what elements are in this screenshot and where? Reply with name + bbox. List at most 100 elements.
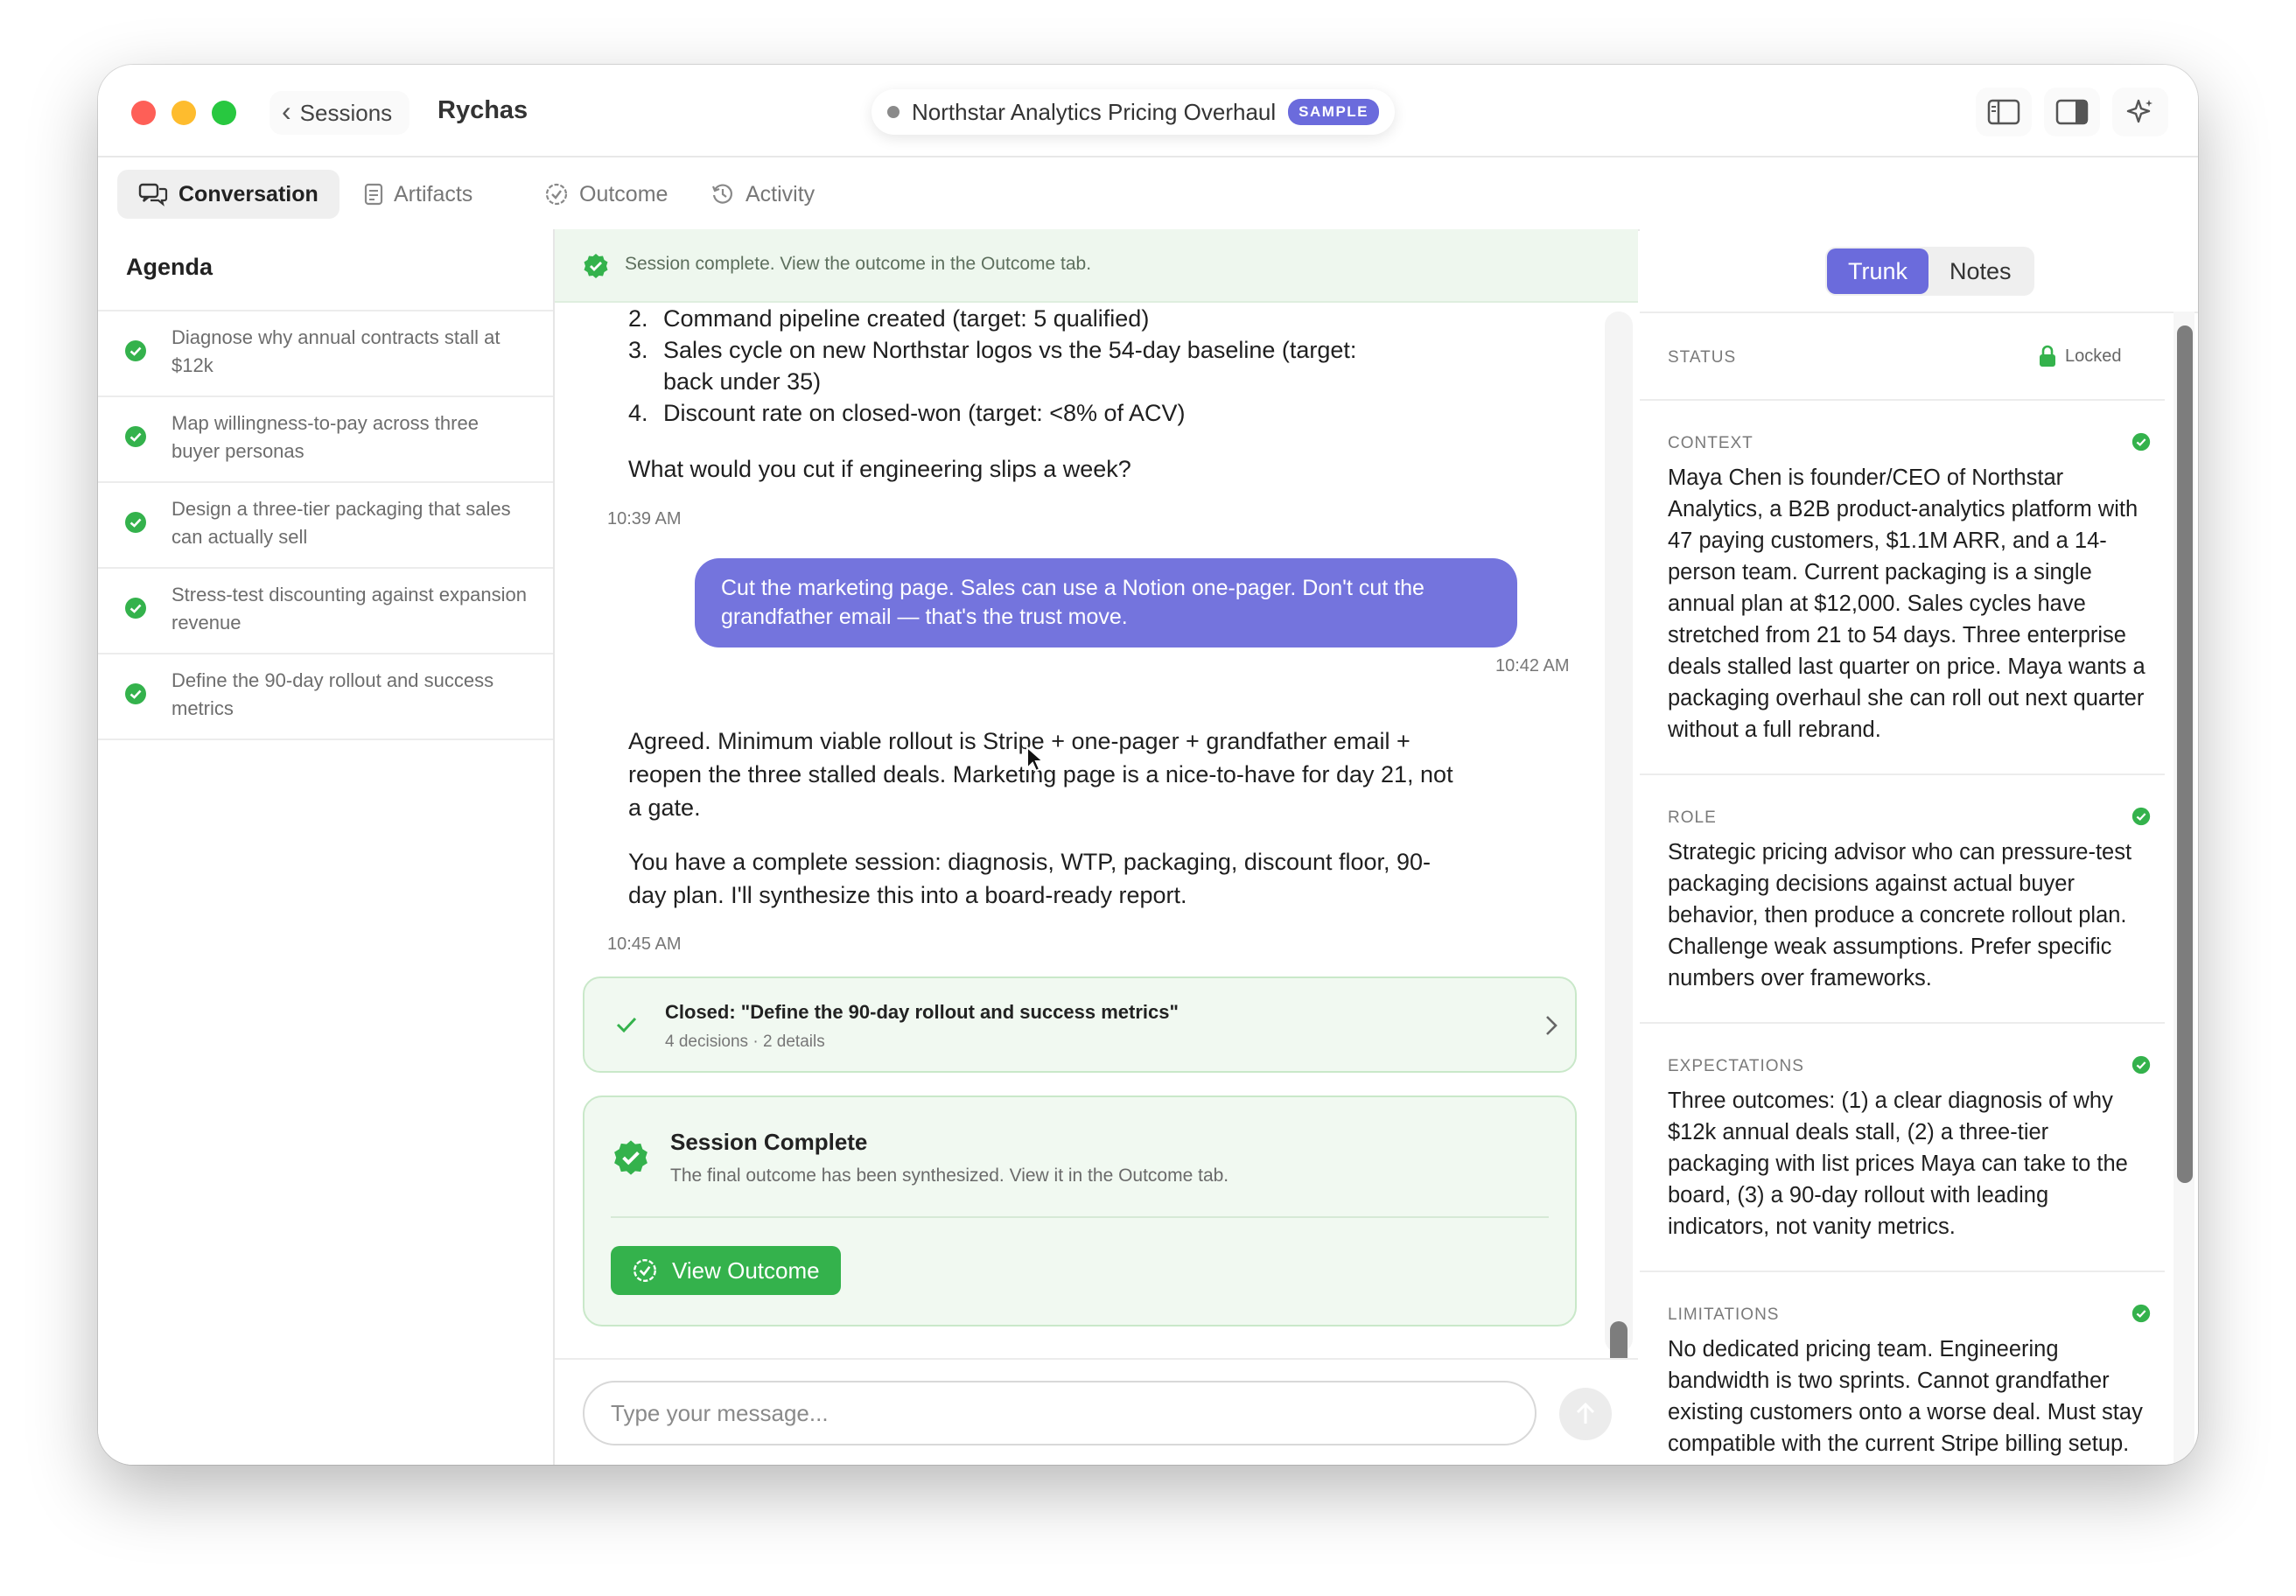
clipped-line bbox=[616, 303, 623, 315]
back-to-sessions-button[interactable]: ‹ Sessions bbox=[270, 91, 410, 135]
session-complete-banner: Session complete. View the outcome in th… bbox=[555, 229, 1638, 303]
section-label: ROLE bbox=[1668, 808, 1717, 827]
agenda-item[interactable]: Diagnose why annual contracts stall at $… bbox=[98, 312, 553, 397]
session-title-pill[interactable]: Northstar Analytics Pricing Overhaul SAM… bbox=[872, 89, 1396, 135]
role-section: ROLE Strategic pricing advisor who can p… bbox=[1640, 775, 2165, 1024]
trunk-panel: Trunk Notes STATUS Locked CONTEXT Maya C… bbox=[1640, 229, 2198, 1465]
badge-check-icon bbox=[545, 183, 568, 206]
section-text: Strategic pricing advisor who can pressu… bbox=[1668, 840, 2132, 990]
tab-outcome[interactable]: Outcome bbox=[523, 170, 689, 219]
section-label: CONTEXT bbox=[1668, 434, 1754, 452]
tab-conversation[interactable]: Conversation bbox=[117, 170, 340, 219]
verified-badge-icon bbox=[614, 1140, 648, 1175]
section-label: LIMITATIONS bbox=[1668, 1306, 1780, 1324]
trunk-scrollbar-thumb[interactable] bbox=[2177, 326, 2193, 1183]
message-input[interactable] bbox=[583, 1381, 1536, 1446]
app-window: ‹ Sessions Rychas Northstar Analytics Pr… bbox=[98, 65, 2198, 1465]
agenda-item-label: Design a three-tier packaging that sales… bbox=[172, 498, 511, 548]
assistant-message: Agreed. Minimum viable rollout is Stripe… bbox=[628, 728, 1453, 821]
assistant-question: What would you cut if engineering slips … bbox=[628, 456, 1131, 482]
sparkle-icon bbox=[2126, 99, 2152, 123]
list-item: 2. Command pipeline created (target: 5 qu… bbox=[628, 305, 1150, 332]
sample-badge: SAMPLE bbox=[1288, 99, 1380, 125]
agenda-item-label: Define the 90-day rollout and success me… bbox=[172, 669, 494, 719]
toggle-left-sidebar-button[interactable] bbox=[1976, 88, 2032, 136]
session-complete-card: Session Complete The final outcome has b… bbox=[583, 1096, 1577, 1326]
send-button[interactable] bbox=[1559, 1388, 1612, 1440]
list-item-continuation: back under 35) bbox=[663, 368, 822, 395]
user-message-bubble: Cut the marketing page. Sales can use a … bbox=[695, 558, 1517, 648]
segment-trunk[interactable]: Trunk bbox=[1827, 248, 1929, 294]
agenda-item[interactable]: Design a three-tier packaging that sales… bbox=[98, 483, 553, 569]
message-timestamp: 10:42 AM bbox=[1495, 656, 1570, 676]
title-bar: ‹ Sessions Rychas Northstar Analytics Pr… bbox=[98, 65, 2198, 158]
arrow-up-icon bbox=[1576, 1402, 1595, 1424]
close-window-button[interactable] bbox=[131, 101, 156, 125]
session-title: Northstar Analytics Pricing Overhaul bbox=[912, 98, 1277, 125]
zoom-window-button[interactable] bbox=[212, 101, 236, 125]
assistant-message: You have a complete session: diagnosis, … bbox=[628, 849, 1432, 908]
agenda-item[interactable]: Stress-test discounting against expansio… bbox=[98, 569, 553, 654]
complete-card-title: Session Complete bbox=[670, 1129, 868, 1155]
chat-scrollbar-track bbox=[1605, 312, 1633, 1353]
back-label: Sessions bbox=[299, 99, 393, 126]
closed-card-title: Closed: "Define the 90-day rollout and s… bbox=[665, 1001, 1179, 1023]
ai-assist-button[interactable] bbox=[2112, 88, 2168, 136]
agenda-item[interactable]: Map willingness-to-pay across three buye… bbox=[98, 397, 553, 483]
status-dot-icon bbox=[887, 106, 900, 118]
tab-bar: Conversation Artifacts Outcome Activity bbox=[98, 156, 2198, 231]
check-circle-icon bbox=[125, 683, 146, 704]
toggle-right-sidebar-button[interactable] bbox=[2044, 88, 2100, 136]
check-circle-icon bbox=[2132, 1055, 2151, 1074]
mouse-cursor-icon bbox=[1026, 746, 1045, 773]
check-icon bbox=[616, 1017, 637, 1033]
context-section: CONTEXT Maya Chen is founder/CEO of Nort… bbox=[1640, 401, 2165, 775]
message-timestamp: 10:39 AM bbox=[607, 509, 682, 528]
section-text: Maya Chen is founder/CEO of Northstar An… bbox=[1668, 466, 2146, 742]
section-text: Three outcomes: (1) a clear diagnosis of… bbox=[1668, 1088, 2128, 1239]
chevron-left-icon: ‹ bbox=[282, 94, 291, 127]
section-text: No dedicated pricing team. Engineering b… bbox=[1668, 1337, 2143, 1465]
view-outcome-button[interactable]: View Outcome bbox=[611, 1246, 841, 1295]
tab-activity[interactable]: Activity bbox=[690, 170, 836, 219]
check-circle-icon bbox=[125, 426, 146, 447]
history-icon bbox=[711, 184, 732, 204]
banner-text: Session complete. View the outcome in th… bbox=[625, 254, 1092, 274]
verified-badge-icon bbox=[584, 254, 608, 278]
list-item: 3. Sales cycle on new Northstar logos vs … bbox=[628, 337, 1357, 363]
agenda-item[interactable]: Define the 90-day rollout and success me… bbox=[98, 654, 553, 740]
divider bbox=[611, 1216, 1549, 1218]
check-circle-icon bbox=[125, 512, 146, 533]
conversation-panel: Session complete. View the outcome in th… bbox=[555, 229, 1638, 1465]
check-circle-icon bbox=[125, 340, 146, 361]
lock-status: Locked bbox=[2039, 345, 2122, 368]
message-timestamp: 10:45 AM bbox=[607, 934, 682, 954]
agenda-list: Diagnose why annual contracts stall at $… bbox=[98, 310, 553, 740]
segment-notes[interactable]: Notes bbox=[1928, 248, 2033, 294]
status-label: STATUS bbox=[1668, 348, 1737, 367]
section-label: EXPECTATIONS bbox=[1668, 1057, 1804, 1075]
complete-card-subtitle: The final outcome has been synthesized. … bbox=[670, 1166, 1229, 1186]
chevron-right-icon bbox=[1546, 1016, 1558, 1035]
composer bbox=[555, 1358, 1638, 1465]
app-name: Rychas bbox=[438, 96, 528, 124]
lock-icon bbox=[2040, 345, 2055, 367]
agenda-item-label: Stress-test discounting against expansio… bbox=[172, 584, 528, 634]
closed-agenda-card[interactable]: Closed: "Define the 90-day rollout and s… bbox=[583, 976, 1577, 1073]
badge-check-icon bbox=[634, 1259, 656, 1282]
trunk-content: STATUS Locked CONTEXT Maya Chen is found… bbox=[1640, 312, 2198, 1465]
status-row: STATUS Locked bbox=[1640, 313, 2165, 401]
trunk-notes-toggle: Trunk Notes bbox=[1825, 247, 2034, 296]
closed-card-meta: 4 decisions · 2 details bbox=[665, 1032, 825, 1051]
agenda-item-label: Diagnose why annual contracts stall at $… bbox=[172, 326, 500, 376]
message-list[interactable]: 2. Command pipeline created (target: 5 qu… bbox=[555, 303, 1638, 1353]
sidebar-right-icon bbox=[2055, 99, 2089, 125]
limitations-section: LIMITATIONS No dedicated pricing team. E… bbox=[1640, 1272, 2165, 1465]
check-circle-icon bbox=[2132, 432, 2151, 452]
agenda-panel: Agenda Diagnose why annual contracts sta… bbox=[98, 229, 555, 1465]
tab-artifacts[interactable]: Artifacts bbox=[343, 170, 494, 219]
sidebar-left-icon bbox=[1987, 99, 2020, 125]
list-item: 4. Discount rate on closed-won (target: <… bbox=[628, 400, 1186, 426]
agenda-item-label: Map willingness-to-pay across three buye… bbox=[172, 412, 479, 462]
minimize-window-button[interactable] bbox=[172, 101, 196, 125]
